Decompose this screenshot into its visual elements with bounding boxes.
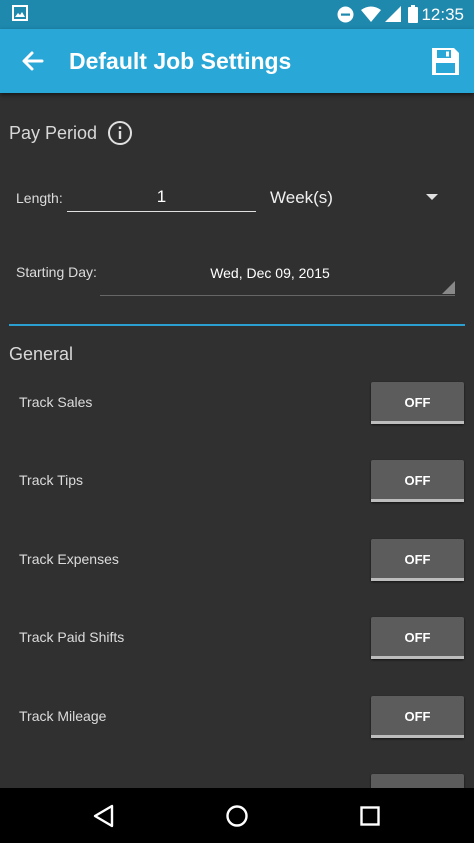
track-tips-row: Track Tips OFF: [0, 460, 474, 502]
nav-recents-icon[interactable]: [354, 800, 386, 832]
starting-day-value: Wed, Dec 09, 2015: [210, 265, 330, 281]
toggle-state: OFF: [404, 630, 431, 645]
toggle-indicator: [371, 656, 464, 659]
signal-icon: [385, 6, 401, 22]
toggle-indicator: [371, 499, 464, 502]
general-heading: General: [9, 344, 74, 364]
save-icon[interactable]: [426, 42, 464, 80]
toggle-state: OFF: [404, 709, 431, 724]
length-label: Length:: [16, 190, 63, 206]
nav-home-icon[interactable]: [221, 800, 253, 832]
gallery-notification-icon: [12, 5, 28, 21]
track-paid-shifts-toggle[interactable]: OFF: [371, 617, 464, 659]
track-expenses-row: Track Expenses OFF: [0, 539, 474, 581]
section-divider: [9, 324, 465, 326]
next-toggle[interactable]: [371, 774, 464, 788]
toggle-state: OFF: [404, 473, 431, 488]
pay-period-heading: Pay Period: [9, 123, 98, 143]
dropdown-corner-icon: [442, 281, 455, 294]
starting-day-picker[interactable]: Wed, Dec 09, 2015: [100, 253, 455, 296]
track-mileage-label: Track Mileage: [19, 708, 107, 724]
track-mileage-row: Track Mileage OFF: [0, 696, 474, 738]
info-icon[interactable]: [107, 120, 133, 146]
page-title: Default Job Settings: [69, 48, 292, 74]
next-toggle-row: [0, 774, 474, 788]
system-nav-bar: [0, 788, 474, 843]
wifi-icon: [361, 6, 381, 22]
track-expenses-toggle[interactable]: OFF: [371, 539, 464, 581]
do-not-disturb-icon: [337, 6, 354, 23]
toggle-indicator: [371, 735, 464, 738]
track-paid-shifts-label: Track Paid Shifts: [19, 629, 125, 645]
chevron-down-icon: [426, 194, 438, 200]
track-tips-toggle[interactable]: OFF: [371, 460, 464, 502]
track-expenses-label: Track Expenses: [19, 551, 119, 567]
toggle-indicator: [371, 578, 464, 581]
status-bar: 12:35: [0, 0, 474, 29]
toggle-indicator: [371, 421, 464, 424]
toggle-state: OFF: [404, 395, 431, 410]
battery-icon: [408, 5, 418, 23]
length-unit-value: Week(s): [270, 188, 333, 207]
track-sales-toggle[interactable]: OFF: [371, 382, 464, 424]
app-bar: Default Job Settings: [0, 29, 474, 93]
track-paid-shifts-row: Track Paid Shifts OFF: [0, 617, 474, 659]
track-tips-label: Track Tips: [19, 472, 84, 488]
back-arrow-icon[interactable]: [14, 42, 52, 80]
settings-content: Pay Period Length: 1 Week(s) Starting Da…: [0, 93, 474, 788]
track-sales-row: Track Sales OFF: [0, 382, 474, 424]
length-input[interactable]: 1: [67, 177, 256, 212]
nav-back-icon[interactable]: [88, 800, 120, 832]
track-mileage-toggle[interactable]: OFF: [371, 696, 464, 738]
track-sales-label: Track Sales: [19, 394, 93, 410]
starting-day-label: Starting Day:: [16, 264, 97, 280]
toggle-state: OFF: [404, 552, 431, 567]
status-time: 12:35: [421, 5, 464, 24]
length-unit-dropdown[interactable]: Week(s): [270, 177, 440, 211]
